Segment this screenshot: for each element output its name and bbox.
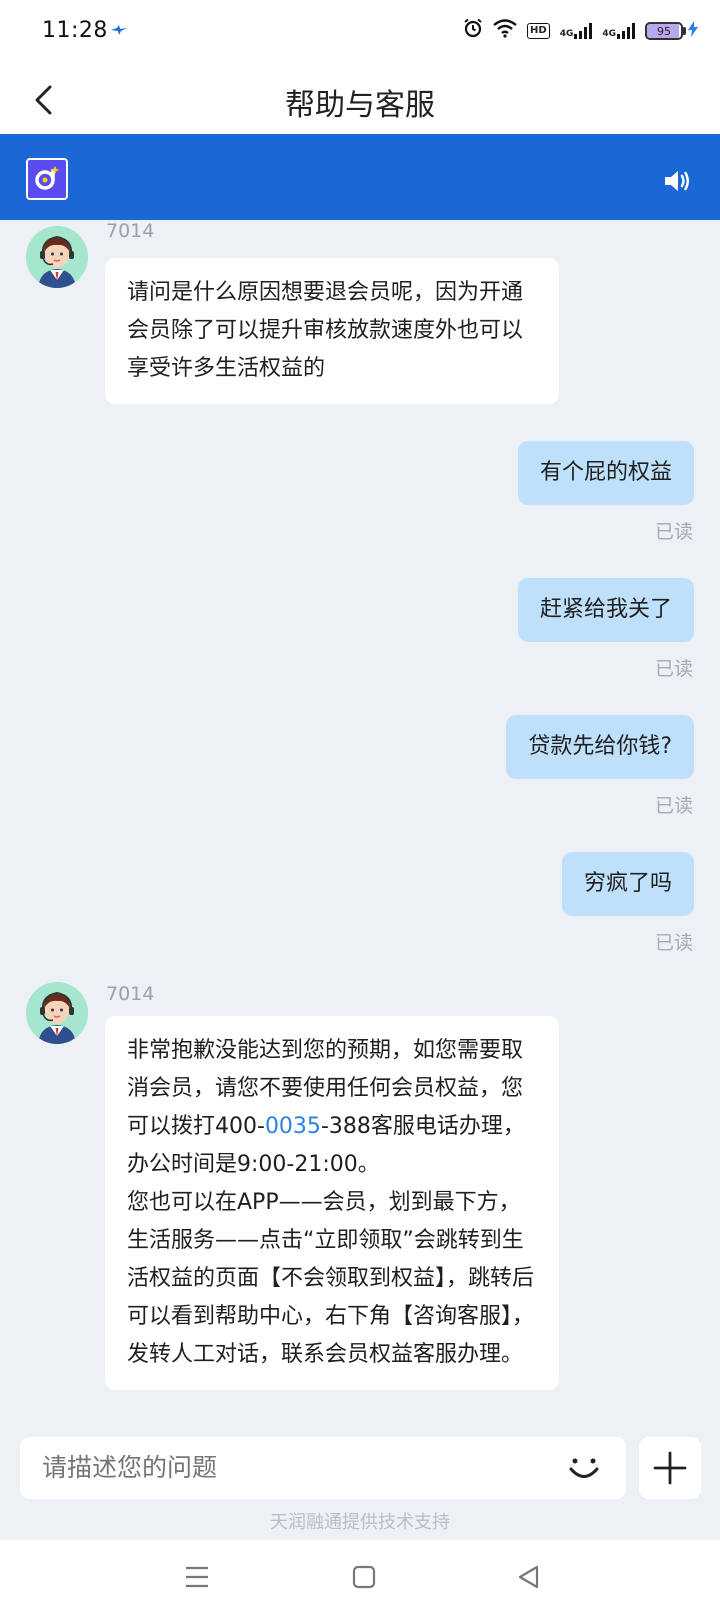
service-banner: [0, 134, 720, 220]
app-logo-icon: [26, 158, 68, 200]
message-input[interactable]: [42, 1437, 522, 1499]
status-bar: 11:28 HD 4G 4G 95: [0, 0, 720, 62]
battery-percent: 95: [657, 24, 671, 38]
speaker-icon[interactable]: [662, 166, 692, 196]
user-message-bubble[interactable]: 穷疯了吗: [561, 852, 694, 916]
system-nav-bar: [0, 1540, 720, 1612]
app-header: 帮助与客服: [0, 62, 720, 134]
network-type-1: 4G: [559, 29, 574, 39]
alarm-icon: [463, 18, 483, 45]
agent-message-text: 请问是什么原因想要退会员呢，因为开通会员除了可以提升审核放款速度外也可以享受许多…: [127, 280, 524, 381]
read-status: 已读: [654, 932, 693, 954]
agent-avatar: [26, 982, 88, 1044]
agent-message-paragraph: 非常抱歉没能达到您的预期，如您需要取消会员，请您不要使用任何会员权益，您可以拨打…: [127, 1032, 537, 1184]
add-attachment-button[interactable]: [639, 1437, 701, 1499]
signal-icon-2: 4G: [602, 23, 635, 39]
notification-icon: [110, 24, 128, 40]
read-status: 已读: [654, 658, 693, 680]
phone-number-link[interactable]: 0035: [265, 1114, 321, 1139]
plus-icon: [653, 1451, 687, 1485]
message-input-box[interactable]: [20, 1437, 626, 1499]
wifi-icon: [493, 18, 517, 45]
agent-id: 7014: [106, 220, 155, 242]
agent-message-bubble[interactable]: 请问是什么原因想要退会员呢，因为开通会员除了可以提升审核放款速度外也可以享受许多…: [105, 258, 559, 404]
status-time: 11:28: [42, 18, 108, 43]
read-status: 已读: [654, 521, 693, 543]
signal-icon-1: 4G: [560, 23, 593, 39]
charging-icon: [688, 21, 698, 41]
hd-icon: HD: [527, 23, 550, 39]
agent-message-bubble[interactable]: 非常抱歉没能达到您的预期，如您需要取消会员，请您不要使用任何会员权益，您可以拨打…: [105, 1016, 559, 1390]
network-type-2: 4G: [602, 29, 616, 39]
battery-icon: 95: [645, 21, 698, 41]
user-message-bubble[interactable]: 有个屁的权益: [517, 441, 694, 505]
home-nav-button[interactable]: [349, 1562, 379, 1592]
page-title: 帮助与客服: [285, 88, 435, 123]
home-square-icon: [352, 1565, 376, 1589]
menu-nav-button[interactable]: [182, 1562, 212, 1592]
smile-icon: [569, 1458, 599, 1478]
agent-avatar: [26, 226, 88, 288]
user-message-text: 赶紧给我关了: [539, 597, 672, 622]
agent-id: 7014: [106, 983, 155, 1005]
powered-by-text: 天润融通提供技术支持: [270, 1512, 450, 1533]
menu-icon: [186, 1566, 208, 1588]
read-status: 已读: [654, 795, 693, 817]
user-message-text: 贷款先给你钱?: [528, 734, 672, 759]
user-message-text: 穷疯了吗: [583, 871, 672, 896]
user-message-text: 有个屁的权益: [539, 460, 672, 485]
agent-message-paragraph: 您也可以在APP——会员，划到最下方，生活服务——点击“立即领取”会跳转到生活权…: [127, 1190, 535, 1367]
back-nav-button[interactable]: [514, 1562, 544, 1592]
user-message-bubble[interactable]: 赶紧给我关了: [517, 578, 694, 642]
emoji-button[interactable]: [566, 1450, 602, 1486]
back-triangle-icon: [518, 1565, 539, 1589]
user-message-bubble[interactable]: 贷款先给你钱?: [506, 715, 694, 779]
